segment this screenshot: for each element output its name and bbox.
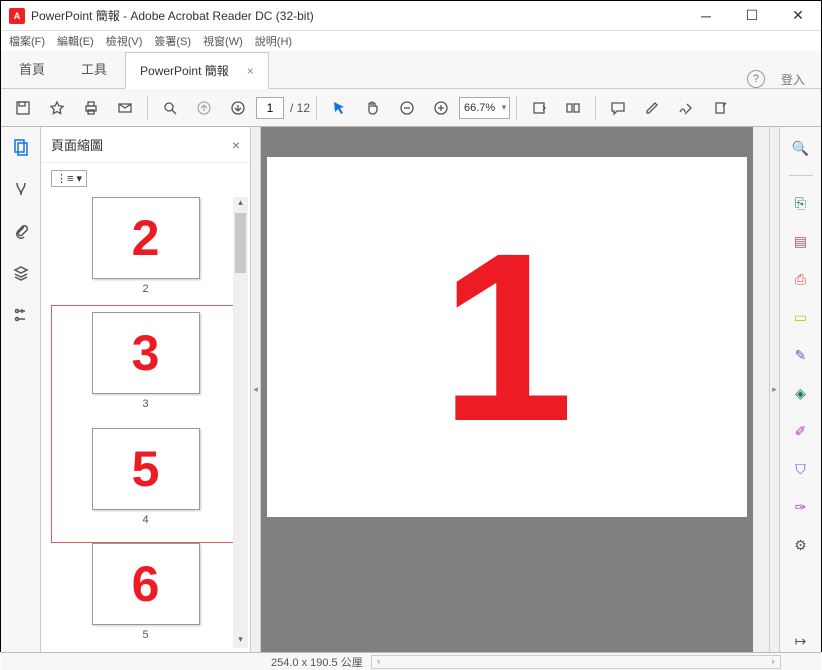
close-button[interactable]: ✕ [775,1,821,30]
comment-icon[interactable] [602,92,634,124]
document-page[interactable]: 1 [267,157,747,517]
tab-home[interactable]: 首頁 [1,49,63,88]
status-dimensions: 254.0 x 190.5 公厘 [271,654,363,670]
prev-page-icon[interactable] [188,92,220,124]
document-vscrollbar[interactable] [753,127,769,652]
expand-tools-icon[interactable]: ↦ [790,630,812,652]
tool-edit-pdf-icon[interactable]: ▤ [790,230,812,252]
mail-icon[interactable] [109,92,141,124]
tool-search-icon[interactable]: 🔍 [790,137,812,159]
print-icon[interactable] [75,92,107,124]
highlight-icon[interactable] [636,92,668,124]
maximize-button[interactable]: ☐ [729,1,775,30]
tool-measure-icon[interactable]: ✐ [790,420,812,442]
menu-help[interactable]: 說明(H) [255,33,292,49]
page-total: / 12 [290,101,310,115]
app-icon: A [9,8,25,24]
tool-protect-icon[interactable]: ⛉ [790,458,812,480]
page-display-icon[interactable] [557,92,589,124]
tool-fill-sign-icon[interactable]: ✎ [790,344,812,366]
menu-file[interactable]: 檔案(F) [9,33,45,49]
sign-icon[interactable] [670,92,702,124]
menu-view[interactable]: 檢視(V) [106,33,143,49]
collapse-right-handle[interactable]: ▸ [769,127,779,652]
zoom-select[interactable]: 66.7% [459,97,510,119]
tab-document[interactable]: PowerPoint 簡報 × [125,52,269,89]
menu-window[interactable]: 視窗(W) [203,33,243,49]
tab-close-icon[interactable]: × [247,64,254,78]
window-title: PowerPoint 簡報 - Adobe Acrobat Reader DC … [31,7,683,24]
thumbnail-selection: 3354 [51,305,240,543]
bookmarks-rail-icon[interactable] [9,177,33,201]
thumbnails-rail-icon[interactable] [9,135,33,159]
help-icon[interactable]: ? [747,70,765,88]
tool-export-pdf-icon[interactable]: ⎘ [790,192,812,214]
attachments-rail-icon[interactable] [9,219,33,243]
zoom-out-icon[interactable] [391,92,423,124]
menu-sign[interactable]: 簽署(S) [154,33,191,49]
thumbnails-title: 頁面縮圖 [51,135,103,154]
select-tool-icon[interactable] [323,92,355,124]
thumbnails-scrollbar[interactable]: ▴▾ [233,197,248,648]
thumbnail-page[interactable]: 33 [92,312,200,410]
stamp-tool-icon[interactable] [704,92,736,124]
layers-rail-icon[interactable] [9,261,33,285]
fit-width-icon[interactable] [523,92,555,124]
menu-edit[interactable]: 編輯(E) [57,33,94,49]
zoom-in-icon[interactable] [425,92,457,124]
hand-tool-icon[interactable] [357,92,389,124]
tool-comment-icon[interactable]: ▭ [790,306,812,328]
minimize-button[interactable]: ─ [683,1,729,30]
star-icon[interactable] [41,92,73,124]
page-number-input[interactable] [256,97,284,119]
tool-stamp-icon[interactable]: ◈ [790,382,812,404]
next-page-icon[interactable] [222,92,254,124]
thumbnail-page[interactable]: 54 [92,428,200,526]
page-content-number: 1 [440,217,573,457]
save-icon[interactable] [7,92,39,124]
thumbnail-page[interactable]: 22 [51,197,240,295]
tags-rail-icon[interactable] [9,303,33,327]
thumbnails-options-button[interactable]: ⋮≡ ▾ [51,170,87,187]
find-icon[interactable] [154,92,186,124]
tool-create-pdf-icon[interactable]: ⎙ [790,268,812,290]
collapse-left-handle[interactable]: ◂ [251,127,261,652]
thumbnails-close-icon[interactable]: × [232,137,240,153]
thumbnail-page[interactable]: 65 [51,543,240,641]
tab-document-label: PowerPoint 簡報 [140,62,229,79]
tool-compress-icon[interactable]: ✑ [790,496,812,518]
tool-more-icon[interactable]: ⚙ [790,534,812,556]
tab-tools[interactable]: 工具 [63,49,125,88]
document-hscrollbar[interactable]: ‹› [371,655,781,669]
login-button[interactable]: 登入 [781,71,805,88]
